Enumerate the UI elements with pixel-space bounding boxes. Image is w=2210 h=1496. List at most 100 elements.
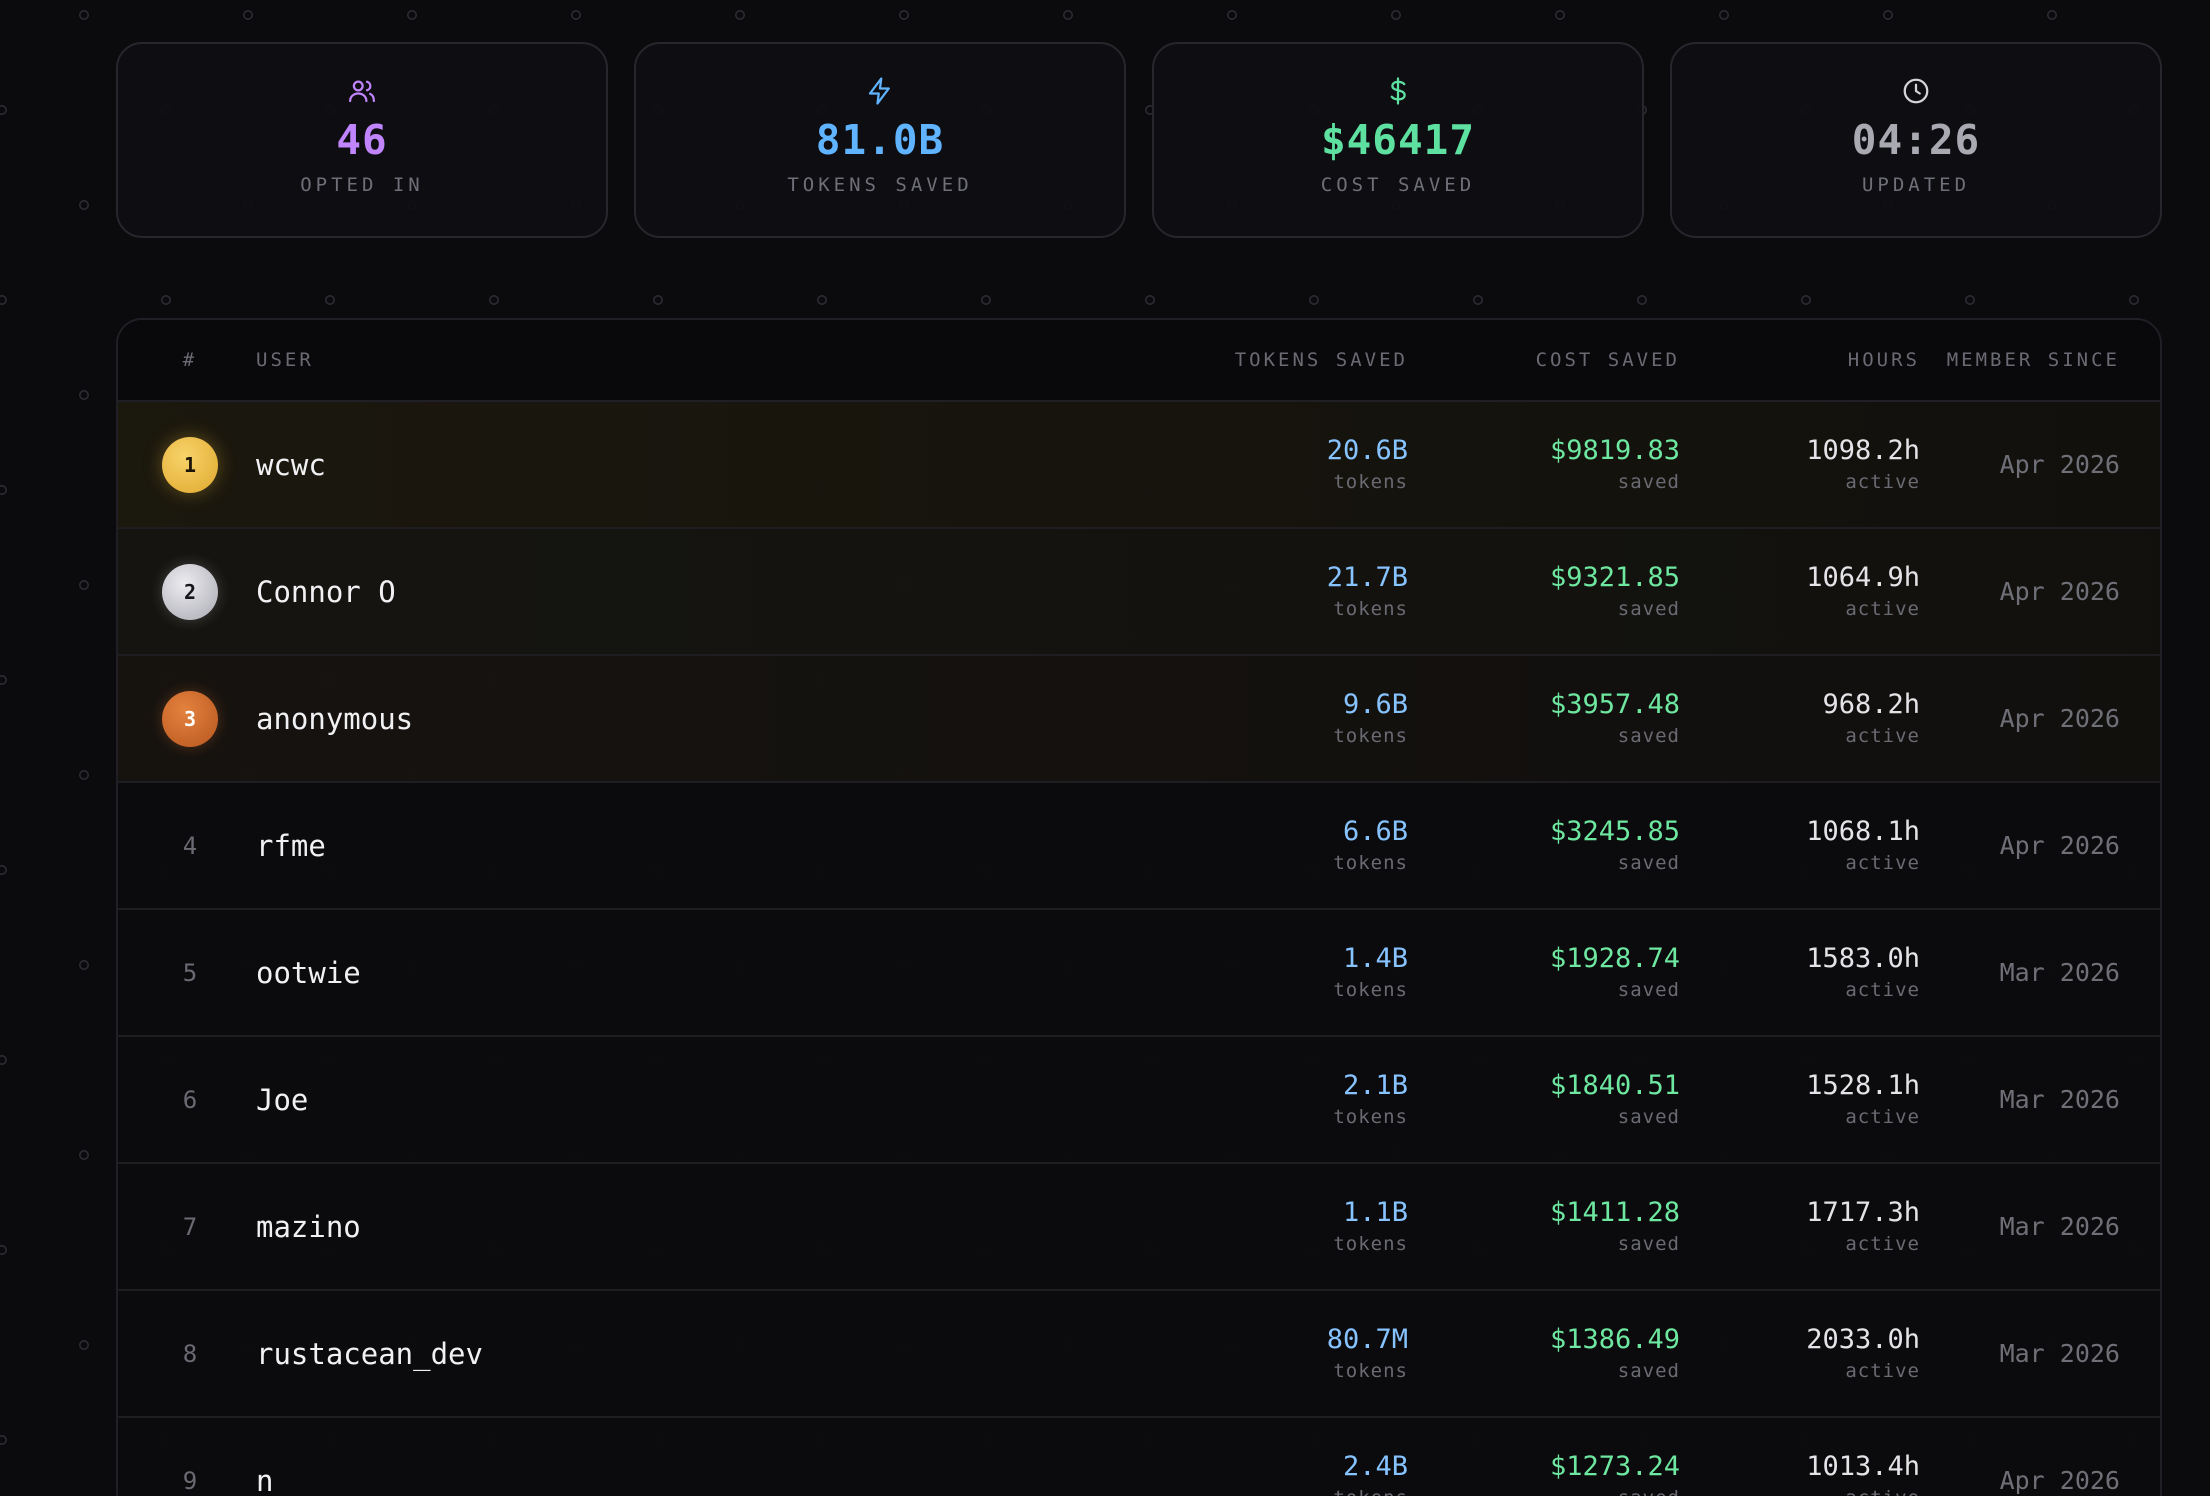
user-name: rfme <box>256 828 326 863</box>
dollar-icon <box>1381 74 1415 108</box>
table-row[interactable]: 8 rustacean_dev 80.7M tokens $1386.49 sa… <box>118 1291 2160 1418</box>
user-name: Joe <box>256 1082 309 1117</box>
tokens-value: 1.1B <box>1342 1196 1408 1228</box>
cost-cell: $1273.24 saved <box>1408 1450 1680 1496</box>
user-name: Connor O <box>256 574 396 609</box>
hours-value: 1717.3h <box>1806 1196 1920 1228</box>
header-cost-saved[interactable]: COST SAVED <box>1408 349 1680 371</box>
rank-cell: 5 <box>118 959 256 987</box>
rank-cell: 2 <box>118 563 256 620</box>
hours-cell: 2033.0h active <box>1680 1323 1920 1385</box>
hours-cell: 1068.1h active <box>1680 815 1920 877</box>
opted-in-value: 46 <box>336 116 388 164</box>
member-since-cell: Apr 2026 <box>1920 1466 2160 1495</box>
tokens-cell: 20.6B tokens <box>1168 434 1408 496</box>
lightning-icon <box>863 74 897 108</box>
tokens-sublabel: tokens <box>1333 470 1408 493</box>
stat-card-tokens-saved: 81.0B TOKENS SAVED <box>634 42 1126 238</box>
tokens-saved-label: TOKENS SAVED <box>787 174 973 196</box>
cost-value: $1411.28 <box>1549 1196 1680 1228</box>
cost-value: $1840.51 <box>1549 1069 1680 1101</box>
hours-cell: 1717.3h active <box>1680 1196 1920 1258</box>
cost-value: $1386.49 <box>1549 1323 1680 1355</box>
tokens-cell: 2.4B tokens <box>1168 1450 1408 1496</box>
tokens-sublabel: tokens <box>1168 1484 1408 1496</box>
tokens-value: 21.7B <box>1326 561 1408 593</box>
table-row[interactable]: 5 ootwie 1.4B tokens $1928.74 saved 1583… <box>118 910 2160 1037</box>
stats-row: 46 OPTED IN 81.0B TOKENS SAVED $46417 CO… <box>116 42 2162 238</box>
cost-sublabel: saved <box>1617 470 1680 493</box>
header-hours[interactable]: HOURS <box>1680 349 1920 371</box>
table-row[interactable]: 4 rfme 6.6B tokens $3245.85 saved 1068.1… <box>118 783 2160 910</box>
hours-value: 1064.9h <box>1806 561 1920 593</box>
updated-value: 04:26 <box>1851 116 1981 164</box>
cost-value: $1928.74 <box>1549 942 1680 974</box>
clock-icon <box>1899 74 1933 108</box>
tokens-sublabel: tokens <box>1333 1232 1408 1255</box>
users-icon <box>345 74 379 108</box>
hours-sublabel: active <box>1845 1359 1920 1382</box>
header-tokens-saved[interactable]: TOKENS SAVED <box>1168 349 1408 371</box>
hours-cell: 1064.9h active <box>1680 561 1920 623</box>
tokens-cell: 6.6B tokens <box>1168 815 1408 877</box>
rank-cell: 7 <box>118 1213 256 1241</box>
member-since-value: Mar 2026 <box>1999 1339 2120 1368</box>
rank-number: 5 <box>182 958 198 987</box>
hours-value: 1068.1h <box>1806 815 1920 847</box>
table-row[interactable]: 9 n 2.4B tokens $1273.24 saved 1013.4h a… <box>118 1418 2160 1496</box>
header-rank[interactable]: # <box>118 349 256 371</box>
tokens-sublabel: tokens <box>1333 851 1408 874</box>
cost-cell: $9819.83 saved <box>1408 434 1680 496</box>
member-since-value: Apr 2026 <box>1999 831 2120 860</box>
table-row[interactable]: 6 Joe 2.1B tokens $1840.51 saved 1528.1h… <box>118 1037 2160 1164</box>
cost-sublabel: saved <box>1617 851 1680 874</box>
hours-sublabel: active <box>1845 470 1920 493</box>
cost-cell: $1928.74 saved <box>1408 942 1680 1004</box>
rank-number: 8 <box>182 1339 198 1368</box>
rank-medal-silver: 2 <box>162 563 218 620</box>
table-row[interactable]: 1 wcwc 20.6B tokens $9819.83 saved 1098.… <box>118 402 2160 529</box>
table-row[interactable]: 7 mazino 1.1B tokens $1411.28 saved 1717… <box>118 1164 2160 1291</box>
rank-medal-bronze: 3 <box>162 690 218 747</box>
member-since-value: Mar 2026 <box>1999 1085 2120 1114</box>
stat-card-cost-saved: $46417 COST SAVED <box>1152 42 1644 238</box>
user-name: ootwie <box>256 955 361 990</box>
hours-sublabel: active <box>1845 1232 1920 1255</box>
tokens-saved-value: 81.0B <box>815 116 945 164</box>
tokens-value: 1.4B <box>1342 942 1408 974</box>
member-since-cell: Mar 2026 <box>1920 1085 2160 1114</box>
hours-value: 1013.4h <box>1806 1450 1920 1482</box>
rank-cell: 8 <box>118 1340 256 1368</box>
rank-cell: 6 <box>118 1086 256 1114</box>
rank-cell: 9 <box>118 1467 256 1495</box>
member-since-value: Mar 2026 <box>1999 958 2120 987</box>
table-row[interactable]: 2 Connor O 21.7B tokens $9321.85 saved 1… <box>118 529 2160 656</box>
rank-number: 4 <box>182 831 198 860</box>
member-since-value: Apr 2026 <box>1999 1466 2120 1495</box>
tokens-cell: 1.1B tokens <box>1168 1196 1408 1258</box>
table-header: # USER TOKENS SAVED COST SAVED HOURS MEM… <box>118 320 2160 402</box>
header-member-since[interactable]: MEMBER SINCE <box>1920 349 2160 371</box>
tokens-sublabel: tokens <box>1333 597 1408 620</box>
member-since-cell: Mar 2026 <box>1920 958 2160 987</box>
member-since-cell: Mar 2026 <box>1920 1212 2160 1241</box>
hours-cell: 1013.4h active <box>1680 1450 1920 1496</box>
tokens-value: 2.1B <box>1342 1069 1408 1101</box>
cost-value: $9321.85 <box>1549 561 1680 593</box>
hours-value: 2033.0h <box>1806 1323 1920 1355</box>
table-row[interactable]: 3 anonymous 9.6B tokens $3957.48 saved 9… <box>118 656 2160 783</box>
tokens-value: 2.4B <box>1342 1450 1408 1482</box>
user-name: rustacean_dev <box>256 1336 483 1371</box>
rank-number: 9 <box>182 1466 198 1495</box>
rank-cell: 4 <box>118 832 256 860</box>
cost-sublabel: saved <box>1408 1484 1680 1496</box>
cost-cell: $1840.51 saved <box>1408 1069 1680 1131</box>
header-user[interactable]: USER <box>256 349 1168 371</box>
tokens-value: 20.6B <box>1326 434 1408 466</box>
rank-number: 7 <box>182 1212 198 1241</box>
hours-value: 1583.0h <box>1806 942 1920 974</box>
hours-sublabel: active <box>1845 1105 1920 1128</box>
cost-sublabel: saved <box>1617 1105 1680 1128</box>
cost-value: $3957.48 <box>1549 688 1680 720</box>
rank-medal-gold: 1 <box>162 436 218 493</box>
